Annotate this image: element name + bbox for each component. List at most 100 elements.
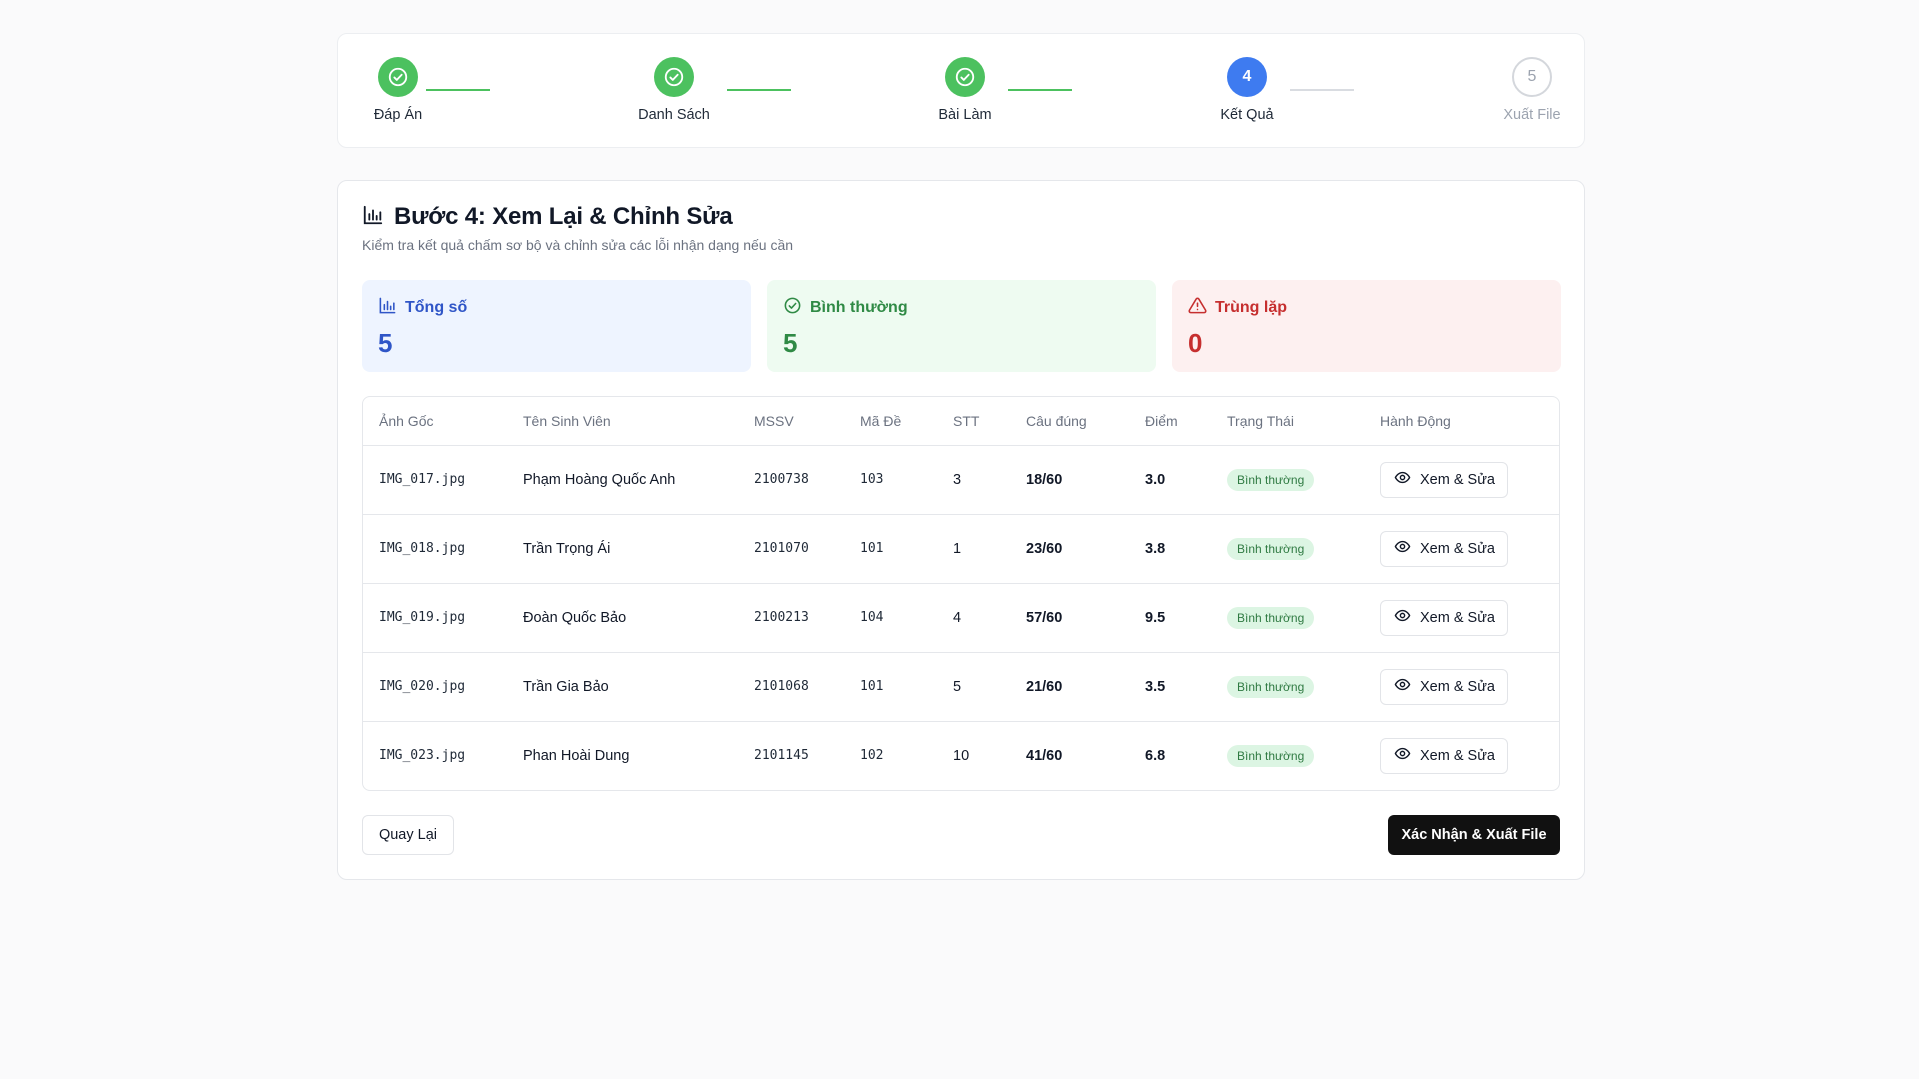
view-edit-button[interactable]: Xem & Sửa <box>1380 461 1508 498</box>
row-stt: 4 <box>937 583 1010 653</box>
score: 9.5 <box>1129 583 1211 653</box>
back-button[interactable]: Quay Lại <box>362 815 454 855</box>
row-stt: 10 <box>953 747 970 764</box>
progress-stepper: Đáp Án Danh Sách Bài Làm 4 Kết Quả 5 Xuấ… <box>337 33 1585 148</box>
stat-label: Bình thường <box>810 299 908 316</box>
step-ket-qua[interactable]: 4 Kết Quả <box>1187 57 1307 123</box>
check-circle-icon <box>945 57 985 97</box>
exam-code: 102 <box>860 748 884 764</box>
exam-code: 101 <box>844 652 937 722</box>
button-label: Xem & Sửa <box>1420 609 1495 626</box>
check-circle-icon <box>654 57 694 97</box>
column-header[interactable]: Hành Động <box>1364 397 1559 446</box>
button-label: Xem & Sửa <box>1420 747 1495 764</box>
step-label: Kết Quả <box>1220 107 1274 123</box>
student-name: Đoàn Quốc Bảo <box>507 583 738 653</box>
step-connector <box>426 89 490 91</box>
results-table: Ảnh Gốc Tên Sinh Viên MSSV Mã Đề STT Câu… <box>362 396 1560 791</box>
correct-answers: 18/60 <box>1010 445 1129 515</box>
status-badge: Bình thường <box>1227 468 1315 491</box>
student-name: Trần Gia Bảo <box>507 652 738 722</box>
view-edit-button[interactable]: Xem & Sửa <box>1380 737 1508 774</box>
score: 6.8 <box>1145 747 1166 764</box>
student-name: Phạm Hoàng Quốc Anh <box>507 445 738 515</box>
student-id: 2101070 <box>738 514 844 584</box>
step-xuat-file[interactable]: 5 Xuất File <box>1472 57 1592 123</box>
eye-icon <box>1394 607 1411 628</box>
exam-code: 103 <box>844 445 937 515</box>
stat-normal: Bình thường 5 <box>767 280 1156 372</box>
stat-label: Trùng lặp <box>1215 299 1287 316</box>
step-connector <box>727 89 791 91</box>
column-header[interactable]: STT <box>937 397 1010 446</box>
score: 3.5 <box>1129 652 1211 722</box>
image-filename: IMG_018.jpg <box>363 514 507 584</box>
correct-answers: 21/60 <box>1010 652 1129 722</box>
eye-icon <box>1394 538 1411 559</box>
step-label: Danh Sách <box>638 107 710 123</box>
stat-value: 0 <box>1188 328 1203 358</box>
step-label: Bài Làm <box>938 107 992 123</box>
warning-icon <box>1188 296 1207 320</box>
student-name: Phan Hoài Dung <box>523 747 630 764</box>
status-badge: Bình thường <box>1227 675 1315 698</box>
column-header[interactable]: Ảnh Gốc <box>363 397 507 446</box>
status-badge: Bình thường <box>1227 537 1315 560</box>
step-label: Đáp Án <box>373 107 423 123</box>
eye-icon <box>1394 745 1411 766</box>
correct-answers: 23/60 <box>1010 514 1129 584</box>
column-header[interactable]: Tên Sinh Viên <box>507 397 738 446</box>
correct-answers: 41/60 <box>1026 747 1063 764</box>
image-filename: IMG_019.jpg <box>363 583 507 653</box>
stat-value: 5 <box>378 328 393 358</box>
status-badge: Bình thường <box>1227 744 1315 767</box>
button-label: Xem & Sửa <box>1420 471 1495 488</box>
student-id: 2101068 <box>738 652 844 722</box>
view-edit-button[interactable]: Xem & Sửa <box>1380 668 1508 705</box>
table-row: IMG_020.jpg Trần Gia Bảo 2101068 101 5 2… <box>363 652 1559 722</box>
stat-total: Tổng số 5 <box>362 280 751 372</box>
view-edit-button[interactable]: Xem & Sửa <box>1380 599 1508 636</box>
column-header[interactable]: Câu đúng <box>1010 397 1129 446</box>
student-id: 2100738 <box>738 445 844 515</box>
correct-answers: 57/60 <box>1010 583 1129 653</box>
column-header[interactable]: Mã Đề <box>844 397 937 446</box>
step-danh-sach[interactable]: Danh Sách <box>614 57 734 123</box>
row-stt: 5 <box>937 652 1010 722</box>
student-id: 2100213 <box>738 583 844 653</box>
row-stt: 1 <box>937 514 1010 584</box>
row-stt: 3 <box>937 445 1010 515</box>
eye-icon <box>1394 469 1411 490</box>
score: 3.0 <box>1129 445 1211 515</box>
page-subtitle: Kiểm tra kết quả chấm sơ bộ và chỉnh sửa… <box>362 237 794 253</box>
step-connector <box>1008 89 1072 91</box>
step-number: 4 <box>1227 57 1267 97</box>
confirm-export-button[interactable]: Xác Nhận & Xuất File <box>1388 815 1560 855</box>
step-label: Xuất File <box>1503 107 1561 123</box>
button-label: Xem & Sửa <box>1420 540 1495 557</box>
image-filename: IMG_023.jpg <box>379 748 466 764</box>
table-header-row: Ảnh Gốc Tên Sinh Viên MSSV Mã Đề STT Câu… <box>363 397 1559 446</box>
status-badge: Bình thường <box>1227 606 1315 629</box>
step-bai-lam[interactable]: Bài Làm <box>905 57 1025 123</box>
step-number: 5 <box>1512 57 1552 97</box>
column-header[interactable]: MSSV <box>738 397 844 446</box>
page-title: Bước 4: Xem Lại & Chỉnh Sửa <box>394 203 733 230</box>
stat-value: 5 <box>783 328 798 358</box>
table-row: IMG_023.jpg Phan Hoài Dung 2101145 102 1… <box>363 721 1559 790</box>
table-row: IMG_019.jpg Đoàn Quốc Bảo 2100213 104 4 … <box>363 583 1559 653</box>
student-name: Trần Trọng Ái <box>507 514 738 584</box>
eye-icon <box>1394 676 1411 697</box>
exam-code: 101 <box>844 514 937 584</box>
check-circle-icon <box>783 296 802 320</box>
image-filename: IMG_020.jpg <box>363 652 507 722</box>
review-card: Bước 4: Xem Lại & Chỉnh Sửa Kiểm tra kết… <box>337 180 1585 880</box>
bar-chart-icon <box>362 204 384 231</box>
view-edit-button[interactable]: Xem & Sửa <box>1380 530 1508 567</box>
column-header[interactable]: Trạng Thái <box>1211 397 1364 446</box>
button-label: Xem & Sửa <box>1420 678 1495 695</box>
student-id: 2101145 <box>754 748 809 764</box>
stat-label: Tổng số <box>405 299 468 316</box>
column-header[interactable]: Điểm <box>1129 397 1211 446</box>
bar-chart-icon <box>378 296 397 320</box>
